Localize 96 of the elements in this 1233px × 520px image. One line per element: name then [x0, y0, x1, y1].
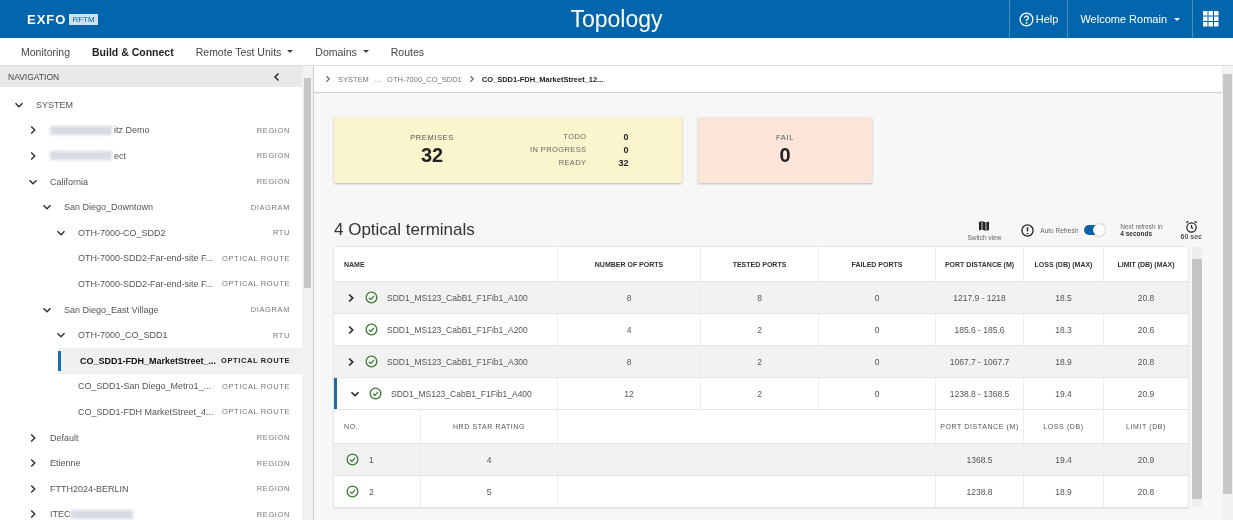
tree-label: OTH-7000-SDD2-Far-end-site F...	[78, 278, 214, 289]
alarm-clock-icon[interactable]	[1184, 220, 1198, 233]
table-cell: 2	[700, 314, 818, 345]
tree-label: CO_SDD1-FDH_MarketStreet_...	[80, 355, 217, 366]
info-icon	[1021, 223, 1035, 237]
table-cell: 12	[557, 378, 700, 409]
scrollbar[interactable]	[1222, 66, 1233, 520]
tree-label: OTH-7000_CO_SDD1	[78, 330, 168, 341]
chevron-right-icon[interactable]	[346, 324, 356, 335]
logo: EXFO RFTM	[27, 11, 98, 27]
menu-item[interactable]: Domains	[304, 45, 380, 58]
tree-label: ITEC	[50, 509, 71, 520]
tree-label: CO_SDD1-San Diego_Metro1_...	[78, 381, 212, 392]
table-cell: 19.4	[1023, 378, 1103, 409]
chevron-right-icon[interactable]	[28, 125, 38, 136]
table-cell: 5	[420, 476, 557, 507]
chevron-right-icon[interactable]	[28, 509, 38, 520]
section-title: 4 Optical terminals	[334, 220, 475, 240]
tree-label: California	[50, 176, 89, 187]
table-cell: 0	[818, 314, 935, 345]
collapse-icon[interactable]	[272, 71, 282, 82]
table-cell: 1368.5	[935, 444, 1023, 475]
table-cell: 0	[818, 282, 935, 313]
table-cell: 19.4	[1023, 444, 1103, 475]
table-cell: 8	[700, 282, 818, 313]
scrollbar[interactable]	[302, 66, 313, 520]
menu-item[interactable]: Remote Test Units	[184, 45, 305, 58]
tree-label: SYSTEM	[36, 99, 73, 110]
chevron-right-icon[interactable]	[346, 292, 356, 303]
terminal-name: SDD1_MS123_CabB1_F1Fib1_A200	[387, 324, 528, 335]
chevron-right-icon[interactable]	[28, 432, 38, 443]
tree-label: FTTH2024-BERLIN	[50, 483, 129, 494]
table-cell: 2	[700, 378, 818, 409]
auto-refresh-toggle[interactable]	[1084, 225, 1105, 235]
card-value: 0	[779, 144, 791, 167]
table-cell: 1	[369, 454, 374, 465]
table-cell: 18.3	[1023, 314, 1103, 345]
table-cell: 20.8	[1103, 346, 1188, 377]
terminal-name: SDD1_MS123_CabB1_F1Fib1_A300	[387, 356, 528, 367]
map-icon	[978, 219, 991, 232]
terminal-name: SDD1_MS123_CabB1_F1Fib1_A400	[391, 388, 532, 399]
table-cell: 20.6	[1103, 314, 1188, 345]
status-value: 0	[622, 145, 629, 155]
table-cell: 18.9	[1023, 476, 1103, 507]
menu-item[interactable]: Routes	[379, 45, 435, 58]
page-title: Topology	[570, 5, 663, 33]
terminal-name: SDD1_MS123_CabB1_F1Fib1_A100	[387, 292, 528, 303]
menu-item[interactable]: Build & Connect	[81, 45, 185, 58]
navigation-title: NAVIGATION	[8, 71, 60, 82]
table-cell: 8	[557, 346, 700, 377]
tree-label: ect	[114, 151, 126, 161]
chevron-right-icon[interactable]	[28, 151, 38, 161]
app-grid-icon	[1203, 11, 1219, 27]
table-cell: 20.8	[1103, 282, 1188, 313]
tree-label: CO_SDD1-FDH MarketStreet_4...	[78, 406, 214, 417]
tree-label: San Diego_Downtown	[64, 202, 154, 213]
card-value: 32	[420, 144, 444, 167]
table-cell: 185.6 - 185.6	[935, 314, 1023, 345]
table-cell: 18.9	[1023, 346, 1103, 377]
table-row[interactable]: SDD1_MS123_CabB1_F1Fib1_A300 8 2 0 1067.7 - 1067.7 18.9 20.8	[334, 346, 1188, 378]
table-cell: 1217.9 - 1218	[935, 282, 1023, 313]
table-cell: 4	[557, 314, 700, 345]
table-cell: 2	[700, 346, 818, 377]
table-cell: 0	[818, 378, 935, 409]
tree-label: OTH-7000-CO_SDD2	[78, 227, 166, 238]
user-menu[interactable]: Welcome Romain	[1067, 0, 1192, 38]
chevron-right-icon[interactable]	[28, 483, 38, 494]
chevron-right-icon[interactable]	[28, 458, 38, 469]
help-button[interactable]: Help	[1008, 0, 1068, 38]
table-cell: 18.5	[1023, 282, 1103, 313]
chevron-right-icon	[324, 75, 332, 83]
tree-item[interactable]: SYSTEM	[0, 92, 302, 118]
table-cell: 8	[557, 282, 700, 313]
table-cell: 0	[818, 346, 935, 377]
scrollbar[interactable]	[1192, 247, 1202, 507]
status-value: 32	[617, 158, 629, 168]
chevron-right-icon[interactable]	[346, 356, 356, 367]
table-cell: 1238.8	[935, 476, 1023, 507]
table-cell: 20.9	[1103, 378, 1188, 409]
table-cell: 20.9	[1103, 444, 1188, 475]
tree-label: Etienne	[50, 458, 81, 469]
table-row[interactable]: SDD1_MS123_CabB1_F1Fib1_A400 12 2 0 1238.8 - 1368.5 19.4 20.9	[334, 378, 1188, 410]
tree-label: OTH-7000-SDD2-Far-end-site F...	[78, 253, 214, 264]
tree-label: itz Demo	[114, 125, 150, 136]
table-cell: 1067.7 - 1067.7	[935, 346, 1023, 377]
table-cell: 2	[369, 486, 374, 497]
table-cell: 20.8	[1103, 476, 1188, 507]
help-icon	[1018, 11, 1034, 27]
tree-label: Default	[50, 432, 79, 443]
chevron-right-icon	[467, 75, 476, 83]
tree-label: San Diego_East Village	[64, 304, 159, 315]
table-row[interactable]: SDD1_MS123_CabB1_F1Fib1_A100 8 8 0 1217.9 - 1218 18.5 20.8	[334, 282, 1188, 314]
table-cell: 1238.8 - 1368.5	[935, 378, 1023, 409]
table-cell: 4	[420, 444, 557, 475]
menu-item[interactable]: Monitoring	[10, 45, 82, 58]
status-value: 0	[622, 132, 629, 142]
